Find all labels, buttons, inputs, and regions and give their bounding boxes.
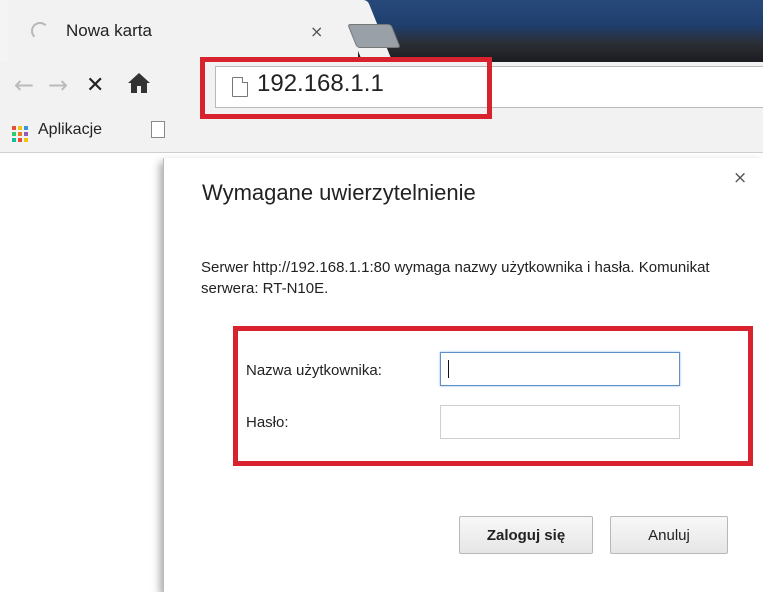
new-tab-button[interactable] xyxy=(347,24,401,48)
back-arrow-icon[interactable]: ← xyxy=(14,71,34,99)
bookmark-page-icon[interactable] xyxy=(151,121,165,138)
form-highlight-frame xyxy=(233,326,753,466)
bookmarks-bar xyxy=(0,114,763,153)
browser-window: Nowa karta × ← → ✕ 192.168.1.1 Aplikacje… xyxy=(0,0,763,592)
dialog-close-icon[interactable]: × xyxy=(733,168,747,188)
home-icon-svg xyxy=(128,73,150,93)
dialog-title: Wymagane uwierzytelnienie xyxy=(202,180,476,205)
loading-spinner-icon xyxy=(31,22,49,40)
cancel-button[interactable]: Anuluj xyxy=(610,516,728,554)
stop-icon[interactable]: ✕ xyxy=(86,73,104,98)
url-highlight-frame xyxy=(200,57,492,119)
tab-title: Nowa karta xyxy=(66,21,152,40)
apps-bookmark[interactable]: Aplikacje xyxy=(38,121,102,139)
tab-new-tab[interactable] xyxy=(8,0,358,62)
tab-close-icon[interactable]: × xyxy=(310,22,323,41)
apps-grid-icon[interactable] xyxy=(12,126,30,142)
home-icon[interactable] xyxy=(126,70,152,102)
dialog-message: Serwer http://192.168.1.1:80 wymaga nazw… xyxy=(201,259,710,297)
forward-arrow-icon[interactable]: → xyxy=(48,71,68,99)
login-button[interactable]: Zaloguj się xyxy=(459,516,593,554)
